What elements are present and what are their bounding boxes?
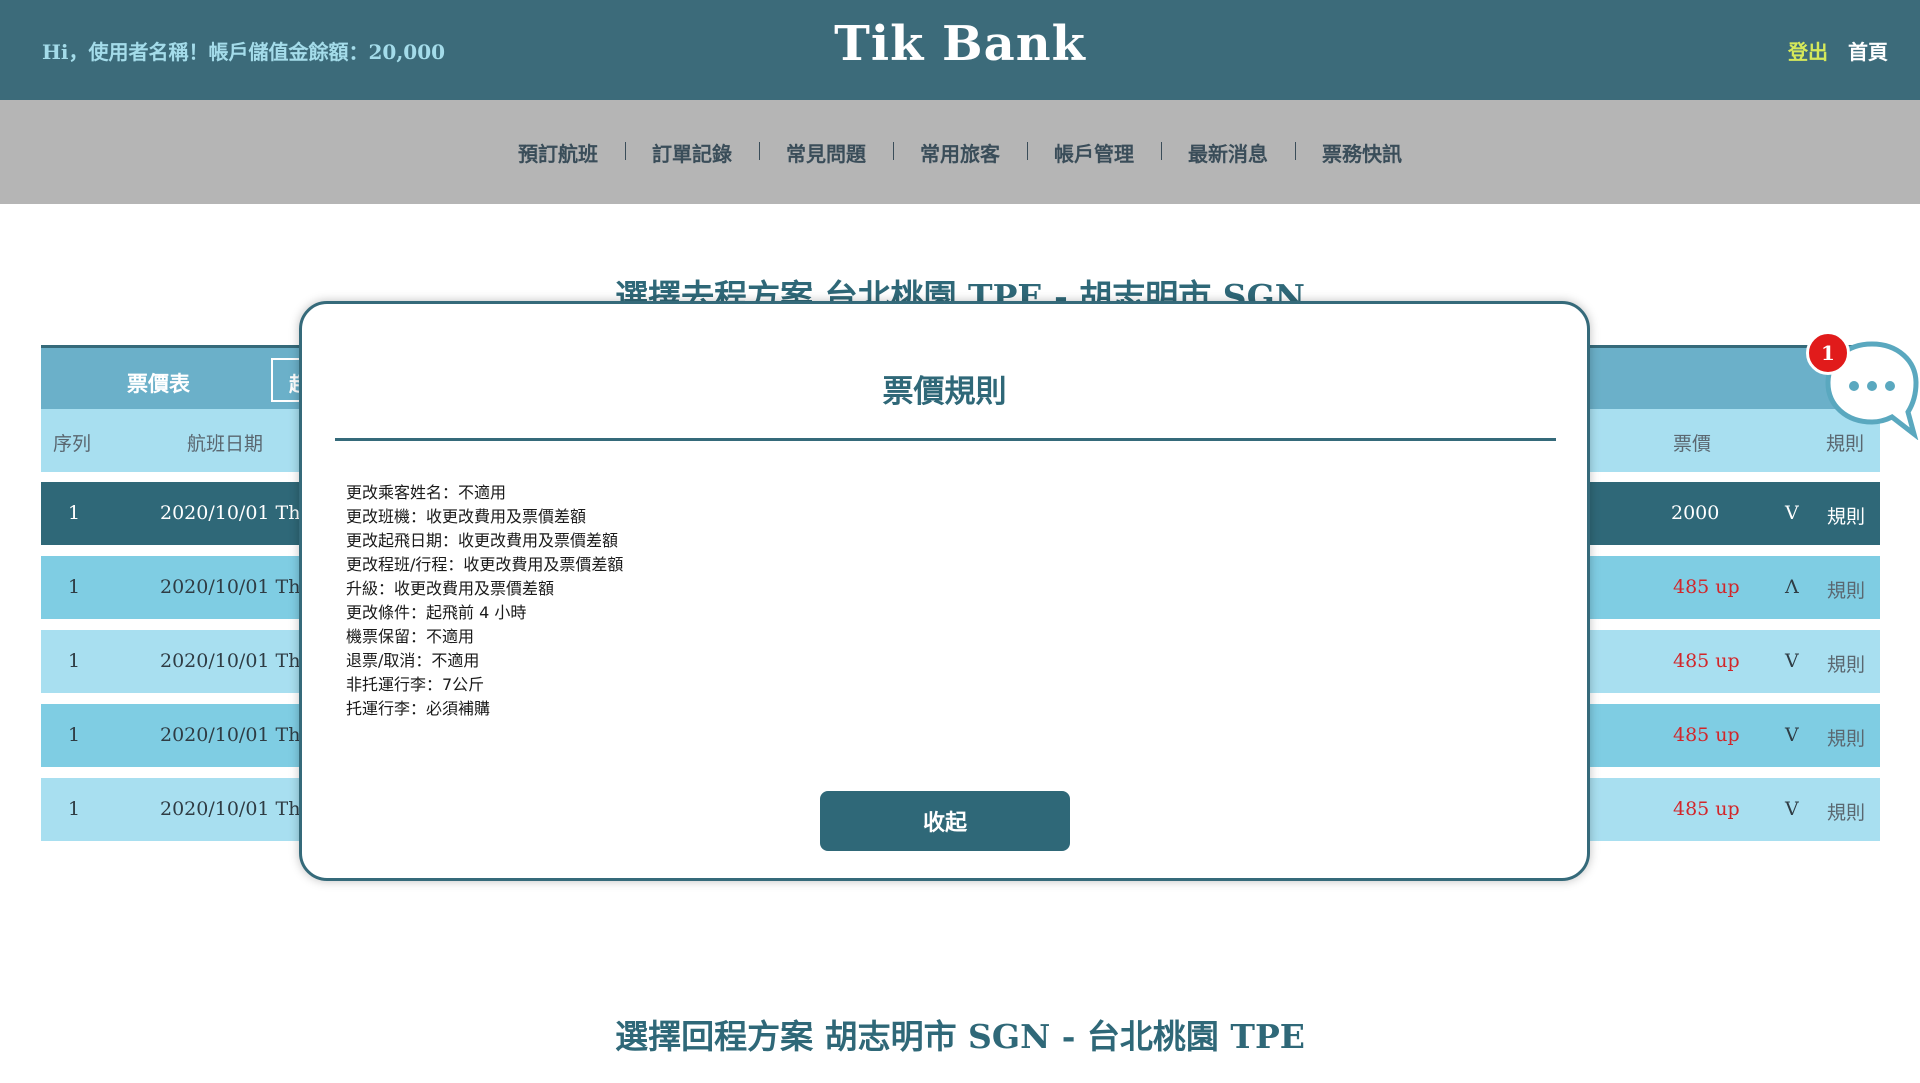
nav-item-order-records[interactable]: 訂單記錄: [625, 138, 759, 167]
nav-item-faq[interactable]: 常見問題: [759, 138, 893, 167]
modal-title: 票價規則: [882, 374, 1007, 410]
nav-item-news[interactable]: 最新消息: [1161, 138, 1295, 167]
row-seq: 1: [68, 724, 81, 746]
row-seq: 1: [68, 798, 81, 820]
row-rule-link[interactable]: 規則: [1827, 650, 1865, 677]
rule-item: 更改條件：起飛前 4 小時: [346, 603, 527, 622]
row-price: 485 up: [1673, 798, 1740, 820]
top-links: 登出 首頁: [1788, 36, 1888, 65]
rule-item: 更改起飛日期：收更改費用及票價差額: [346, 531, 619, 550]
fare-rules-list: 更改乘客姓名：不適用 更改班機：收更改費用及票價差額 更改起飛日期：收更改費用及…: [346, 481, 623, 721]
top-header: Hi，使用者名稱！帳戶儲值金餘額：20,000 Tik Bank 登出 首頁: [0, 0, 1920, 100]
row-price: 485 up: [1673, 724, 1740, 746]
rule-item: 升級：收更改費用及票價差額: [346, 579, 555, 598]
row-seq: 1: [68, 576, 81, 598]
row-seq: 1: [68, 650, 81, 672]
rule-item: 機票保留：不適用: [346, 627, 475, 646]
row-expand-toggle[interactable]: V: [1785, 650, 1799, 672]
rule-item: 非托運行李：7公斤: [346, 675, 485, 694]
brand-logo[interactable]: Tik Bank: [0, 16, 1920, 72]
row-price: 2000: [1671, 502, 1720, 524]
rule-item: 更改乘客姓名：不適用: [346, 483, 507, 502]
return-title: 選擇回程方案 胡志明市 SGN - 台北桃園 TPE: [615, 1017, 1305, 1056]
row-expand-toggle[interactable]: V: [1785, 502, 1799, 524]
modal-divider: [335, 438, 1556, 441]
row-expand-toggle[interactable]: V: [1785, 724, 1799, 746]
row-date: 2020/10/01 Thr: [160, 798, 310, 820]
row-date: 2020/10/01 Thr: [160, 502, 310, 524]
header-price: 票價: [1673, 433, 1712, 455]
rule-item: 更改程班/行程：收更改費用及票價差額: [346, 555, 624, 574]
row-rule-link[interactable]: 規則: [1827, 724, 1865, 751]
chat-notification-badge: 1: [1806, 331, 1850, 375]
collapse-button[interactable]: 收起: [820, 791, 1070, 851]
nav-item-account[interactable]: 帳戶管理: [1027, 138, 1161, 167]
header-seq: 序列: [53, 433, 92, 455]
header-date: 航班日期: [187, 433, 264, 455]
fare-table-tab[interactable]: 票價表: [127, 368, 190, 398]
row-date: 2020/10/01 Thr: [160, 650, 310, 672]
rule-item: 更改班機：收更改費用及票價差額: [346, 507, 587, 526]
row-price: 485 up: [1673, 650, 1740, 672]
fare-rules-modal: 票價規則 更改乘客姓名：不適用 更改班機：收更改費用及票價差額 更改起飛日期：收…: [299, 301, 1590, 881]
row-rule-link[interactable]: 規則: [1827, 502, 1865, 529]
rule-item: 退票/取消：不適用: [346, 651, 480, 670]
row-rule-link[interactable]: 規則: [1827, 798, 1865, 825]
home-link[interactable]: 首頁: [1848, 36, 1888, 65]
main-nav: 預訂航班 訂單記錄 常見問題 常用旅客 帳戶管理 最新消息 票務快訊: [0, 100, 1920, 204]
nav-item-frequent-travelers[interactable]: 常用旅客: [893, 138, 1027, 167]
row-expand-toggle[interactable]: V: [1785, 798, 1799, 820]
nav-item-book-flight[interactable]: 預訂航班: [491, 138, 625, 167]
row-expand-toggle[interactable]: Λ: [1785, 576, 1799, 598]
row-rule-link[interactable]: 規則: [1827, 576, 1865, 603]
row-date: 2020/10/01 Thr: [160, 724, 310, 746]
row-date: 2020/10/01 Thr: [160, 576, 310, 598]
nav-item-ticket-alerts[interactable]: 票務快訊: [1295, 138, 1429, 167]
row-price: 485 up: [1673, 576, 1740, 598]
row-seq: 1: [68, 502, 81, 524]
rule-item: 托運行李：必須補購: [346, 699, 491, 718]
logout-link[interactable]: 登出: [1788, 36, 1828, 65]
